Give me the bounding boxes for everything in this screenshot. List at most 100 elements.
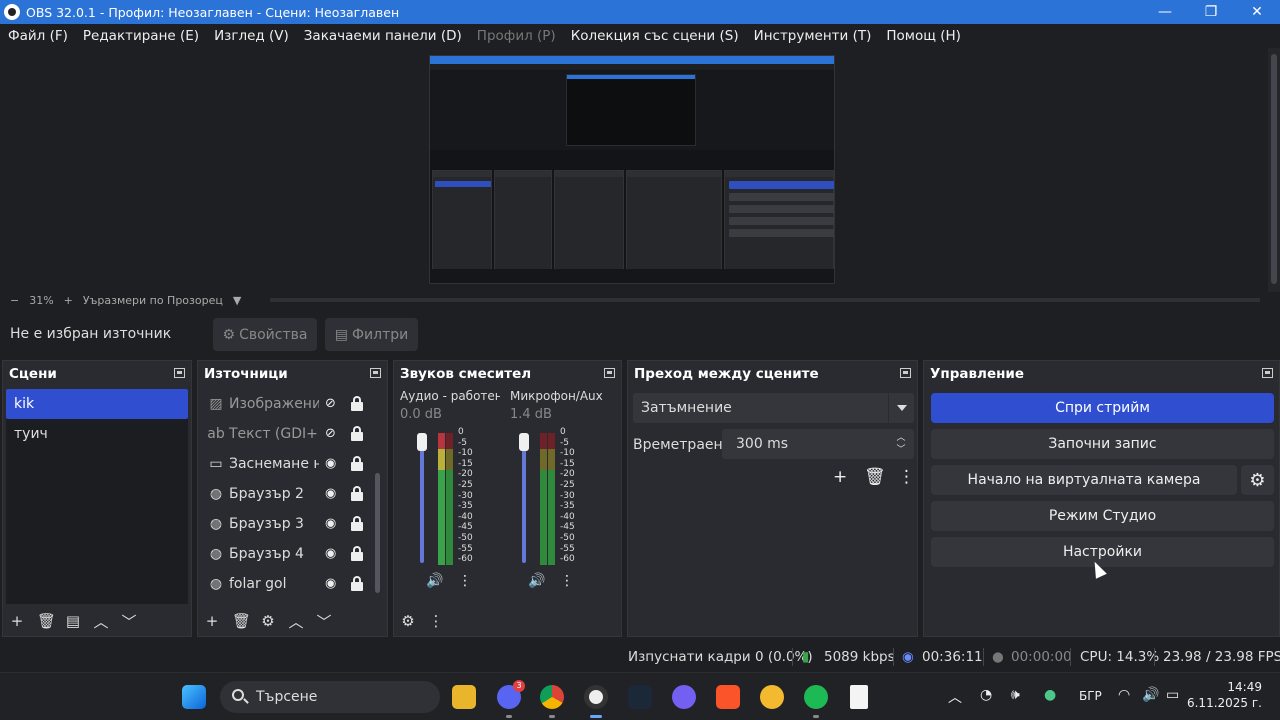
gear-icon[interactable]: ⚙: [260, 612, 276, 630]
volume-slider[interactable]: [519, 433, 529, 563]
lock-icon[interactable]: [351, 575, 363, 591]
eye-icon[interactable]: ◉: [325, 546, 336, 561]
eye-icon[interactable]: ◉: [325, 516, 336, 531]
gear-icon[interactable]: ⚙: [1241, 465, 1274, 495]
source-item[interactable]: ◍ Браузър 3 ◉: [201, 509, 384, 539]
chevron-up-icon[interactable]: ︿: [948, 687, 962, 707]
battery-icon[interactable]: ▭: [1166, 687, 1179, 703]
brave-icon[interactable]: [716, 685, 740, 709]
search-box[interactable]: Търсене: [220, 681, 440, 713]
stop-stream-button[interactable]: Спри стрийм: [931, 393, 1274, 423]
speaker-icon[interactable]: 🔊: [528, 573, 545, 589]
clock[interactable]: 14:49 6.11.2025 г.: [1187, 679, 1262, 711]
more-options-icon[interactable]: ⋮: [458, 573, 472, 589]
add-transition-icon[interactable]: +: [833, 467, 847, 487]
studio-mode-button[interactable]: Режим Студио: [931, 501, 1274, 531]
eye-slash-icon[interactable]: ⊘: [325, 426, 336, 441]
duration-stepper[interactable]: ︿ ﹀: [888, 429, 914, 459]
advanced-audio-icon[interactable]: ⚙: [400, 612, 416, 630]
eye-icon[interactable]: ◉: [325, 576, 336, 591]
obs-taskbar-icon[interactable]: [584, 685, 608, 709]
properties-button[interactable]: ⚙ Свойства: [213, 318, 317, 351]
document-icon[interactable]: [850, 685, 868, 709]
volume-icon[interactable]: 🔊: [1142, 687, 1159, 703]
source-item[interactable]: ◍ Браузър 2 ◉: [201, 479, 384, 509]
more-options-icon[interactable]: ⋮: [898, 467, 915, 487]
language-indicator[interactable]: БГР: [1079, 689, 1102, 703]
microphone-icon[interactable]: ●: [1044, 687, 1056, 703]
source-item[interactable]: ◍ Браузър 4 ◉: [201, 539, 384, 569]
menu-help[interactable]: Помощ (H): [886, 28, 961, 44]
volume-slider-handle[interactable]: [417, 433, 427, 451]
steam-icon[interactable]: [628, 685, 652, 709]
add-scene-icon[interactable]: +: [9, 612, 25, 630]
move-down-icon[interactable]: ﹀: [316, 611, 332, 632]
trash-icon[interactable]: 🗑: [37, 612, 56, 630]
source-item[interactable]: ab Текст (GDI+) ⊘: [201, 419, 384, 449]
zoom-in-button[interactable]: +: [64, 294, 73, 307]
scale-mode[interactable]: Уъразмери по Прозорец: [83, 294, 223, 307]
move-up-icon[interactable]: ︿: [288, 611, 304, 632]
menu-edit[interactable]: Редактиране (E): [83, 28, 199, 44]
maximize-button[interactable]: ❐: [1188, 0, 1234, 24]
source-item[interactable]: ▭ Заснемане на ◉: [201, 449, 384, 479]
lock-icon[interactable]: [351, 455, 363, 471]
lock-icon[interactable]: [351, 485, 363, 501]
eye-icon[interactable]: ◉: [325, 486, 336, 501]
lock-icon[interactable]: [351, 515, 363, 531]
eye-slash-icon[interactable]: ⊘: [325, 396, 336, 411]
settings-button[interactable]: Настройки: [931, 537, 1274, 567]
undock-icon[interactable]: [900, 368, 911, 378]
preview-horizontal-scrollbar[interactable]: [270, 298, 1260, 302]
sources-scrollbar[interactable]: [375, 473, 380, 593]
scene-filters-icon[interactable]: ▤: [65, 612, 81, 630]
move-down-icon[interactable]: ﹀: [121, 611, 137, 632]
discord-icon[interactable]: 3: [497, 680, 525, 709]
start-virtual-camera-button[interactable]: Начало на виртуалната камера: [931, 465, 1237, 495]
filters-button[interactable]: ▤ Филтри: [325, 318, 418, 351]
minimize-button[interactable]: —: [1142, 0, 1188, 24]
lock-icon[interactable]: [351, 545, 363, 561]
menu-tools[interactable]: Инструменти (T): [754, 28, 872, 44]
chrome-icon[interactable]: [540, 685, 564, 709]
volume-slider[interactable]: [417, 433, 427, 563]
viber-icon[interactable]: [672, 685, 696, 709]
undock-icon[interactable]: [174, 368, 185, 378]
trash-icon[interactable]: 🗑: [232, 612, 251, 630]
zoom-out-button[interactable]: −: [10, 294, 19, 307]
add-source-icon[interactable]: +: [204, 612, 220, 630]
wifi-icon[interactable]: ◠: [1118, 687, 1130, 703]
spotify-icon[interactable]: [804, 685, 828, 709]
more-options-icon[interactable]: ⋮: [428, 612, 444, 630]
preview-area[interactable]: [0, 48, 1280, 292]
speaker-tray-icon[interactable]: 🕪: [1011, 687, 1020, 703]
file-explorer-icon[interactable]: [452, 685, 476, 709]
menu-file[interactable]: Файл (F): [8, 28, 68, 44]
transition-select[interactable]: Затъмнение: [633, 393, 914, 423]
volume-slider-handle[interactable]: [519, 433, 529, 451]
chevron-down-icon[interactable]: ▼: [233, 294, 241, 307]
undock-icon[interactable]: [370, 368, 381, 378]
trash-icon[interactable]: 🗑: [864, 467, 886, 487]
source-item[interactable]: ▨ Изображение ⊘: [201, 389, 384, 419]
tray-app-icon[interactable]: ◔: [980, 687, 992, 703]
menu-profile[interactable]: Профил (P): [477, 28, 556, 44]
start-recording-button[interactable]: Започни запис: [931, 429, 1274, 459]
windows-start-icon[interactable]: [182, 685, 206, 709]
duration-field[interactable]: 300 ms ︿ ﹀: [722, 429, 914, 459]
move-up-icon[interactable]: ︿: [93, 611, 109, 632]
scene-item-kik[interactable]: kik: [6, 389, 188, 419]
coin-app-icon[interactable]: [760, 685, 784, 709]
close-button[interactable]: ✕: [1234, 0, 1280, 24]
preview-scrollbar[interactable]: [1268, 48, 1280, 292]
menu-docks[interactable]: Закачаеми панели (D): [304, 28, 462, 44]
chevron-down-icon[interactable]: [888, 393, 914, 423]
scene-item-twitch[interactable]: туич: [6, 419, 188, 449]
eye-icon[interactable]: ◉: [325, 456, 336, 471]
source-item[interactable]: ◍ folar gol ◉: [201, 569, 384, 599]
more-options-icon[interactable]: ⋮: [560, 573, 574, 589]
lock-icon[interactable]: [351, 425, 363, 441]
lock-icon[interactable]: [351, 395, 363, 411]
menu-view[interactable]: Изглед (V): [214, 28, 289, 44]
undock-icon[interactable]: [604, 368, 615, 378]
